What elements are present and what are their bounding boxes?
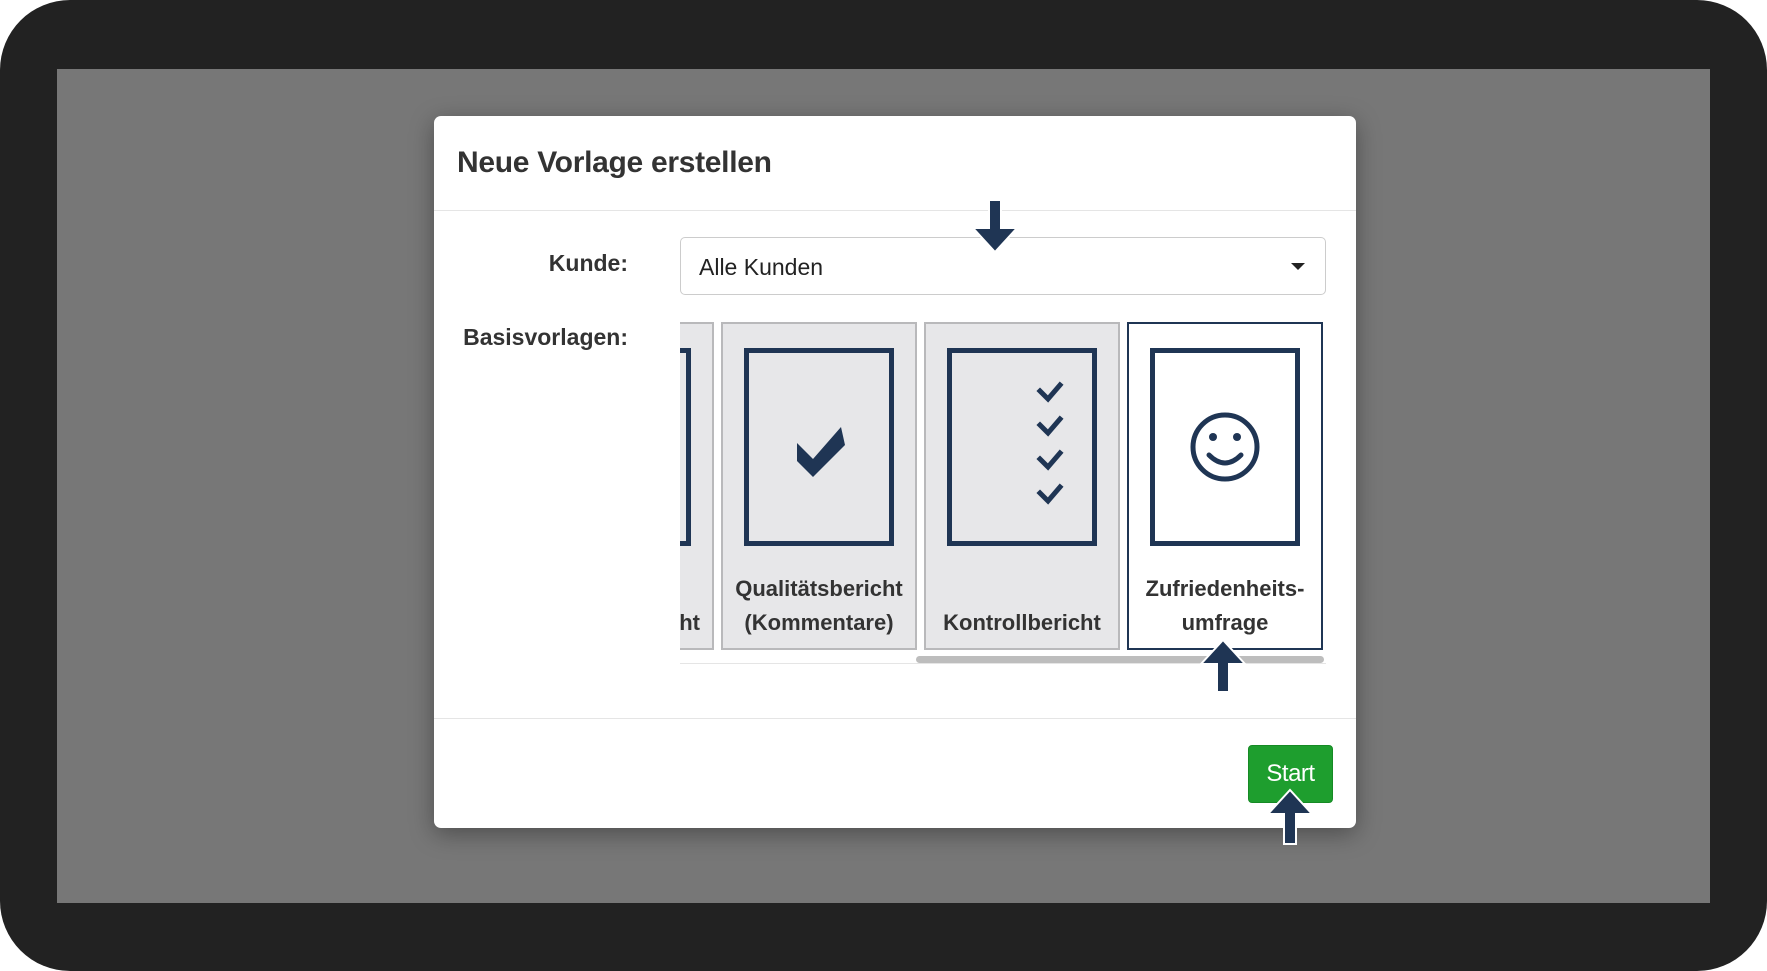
template-card-control-report[interactable]: Kontrollbericht [924,322,1120,650]
document-icon [680,348,691,546]
template-card-report[interactable]: ht [680,322,714,650]
dialog-title: Neue Vorlage erstellen [457,146,772,179]
chevron-down-icon [1291,263,1305,270]
document-frame [947,348,1097,546]
template-card-quality-report[interactable]: Qualitätsbericht (Kommentare) [721,322,917,650]
document-frame [744,348,894,546]
new-template-dialog: Neue Vorlage erstellen Kunde: Alle Kunde… [434,116,1356,828]
document-frame [1150,348,1300,546]
template-card-satisfaction[interactable]: Zufriedenheits- umfrage [1127,322,1323,650]
template-card-label: Zufriedenheits- umfrage [1145,576,1305,635]
customer-select-value: Alle Kunden [699,254,824,280]
checkmark-icon [797,427,845,477]
arrow-up-icon [1198,638,1248,693]
checklist-icon [1036,381,1064,505]
template-card-label: Kontrollbericht [943,610,1101,635]
template-carousel[interactable]: ht Qualitätsbericht (Kommentare) Kontrol… [680,322,1326,674]
dialog-footer [434,718,1356,829]
dialog-header: Neue Vorlage erstellen [434,116,1356,211]
carousel-scrollbar-thumb[interactable] [916,656,1324,663]
arrow-down-icon [970,199,1020,254]
template-card-label: ht [680,610,700,635]
smiley-icon [1190,412,1260,482]
templates-label: Basisvorlagen: [463,324,628,350]
customer-label: Kunde: [548,250,628,276]
template-card-label: Qualitätsbericht (Kommentare) [735,576,903,635]
arrow-up-icon [1265,788,1315,845]
